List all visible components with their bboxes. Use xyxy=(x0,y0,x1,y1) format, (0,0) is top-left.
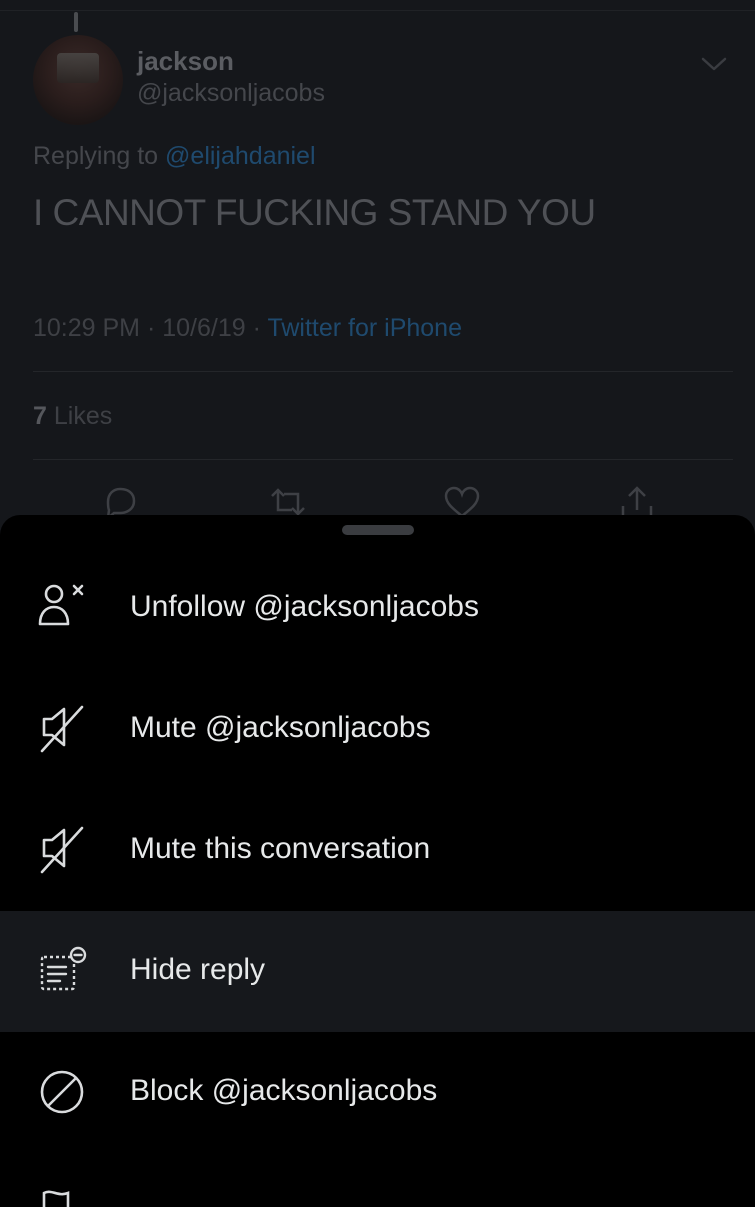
flag-icon xyxy=(42,1190,70,1207)
action-sheet: Unfollow @jacksonljacobs Mute @jacksonlj… xyxy=(0,515,755,1207)
meta-separator: · xyxy=(146,314,156,342)
mute-icon xyxy=(40,705,84,753)
divider xyxy=(33,371,733,372)
replying-prefix: Replying to xyxy=(33,142,159,170)
meta-separator: · xyxy=(252,314,261,342)
menu-item-unfollow[interactable]: Unfollow @jacksonljacobs xyxy=(0,548,755,669)
thread-connector-line xyxy=(74,12,78,32)
replying-to-mention[interactable]: @elijahdaniel xyxy=(165,142,315,170)
tweet-time: 10:29 PM xyxy=(33,314,141,342)
menu-item-mute-conversation[interactable]: Mute this conversation xyxy=(0,790,755,911)
divider xyxy=(0,10,755,11)
tweet-source-link[interactable]: Twitter for iPhone xyxy=(267,314,462,342)
chevron-down-icon[interactable] xyxy=(700,54,728,74)
menu-item-label: Mute this conversation xyxy=(130,832,431,865)
unfollow-user-icon xyxy=(38,584,84,626)
menu-item-block[interactable]: Block @jacksonljacobs xyxy=(0,1032,755,1153)
menu-item-label: Block @jacksonljacobs xyxy=(130,1074,438,1107)
author-handle[interactable]: @jacksonljacobs xyxy=(137,79,325,108)
avatar[interactable] xyxy=(33,35,123,125)
block-icon xyxy=(40,1070,84,1114)
sheet-grabber-handle[interactable] xyxy=(342,525,414,535)
menu-item-mute-user[interactable]: Mute @jacksonljacobs xyxy=(0,669,755,790)
author-name[interactable]: jackson xyxy=(137,46,234,77)
menu-item-label: Mute @jacksonljacobs xyxy=(130,711,431,744)
hide-reply-icon xyxy=(40,946,87,991)
likes-count: 7 xyxy=(33,402,47,430)
tweet-text: I CANNOT FUCKING STAND YOU xyxy=(33,192,596,233)
likes-label: Likes xyxy=(53,402,113,430)
tweet-date: 10/6/19 xyxy=(162,314,246,342)
menu-item-label: Hide reply xyxy=(130,953,266,986)
likes-stat[interactable]: 7 Likes xyxy=(33,402,112,431)
divider xyxy=(33,459,733,460)
menu-item-label: Unfollow @jacksonljacobs xyxy=(130,590,479,623)
mute-icon xyxy=(40,826,84,874)
menu-item-hide-reply[interactable]: Hide reply xyxy=(0,911,755,1032)
tweet-meta: 10:29 PM · 10/6/19 · Twitter for iPhone xyxy=(33,314,462,343)
replying-to-line: Replying to @elijahdaniel xyxy=(33,142,316,171)
